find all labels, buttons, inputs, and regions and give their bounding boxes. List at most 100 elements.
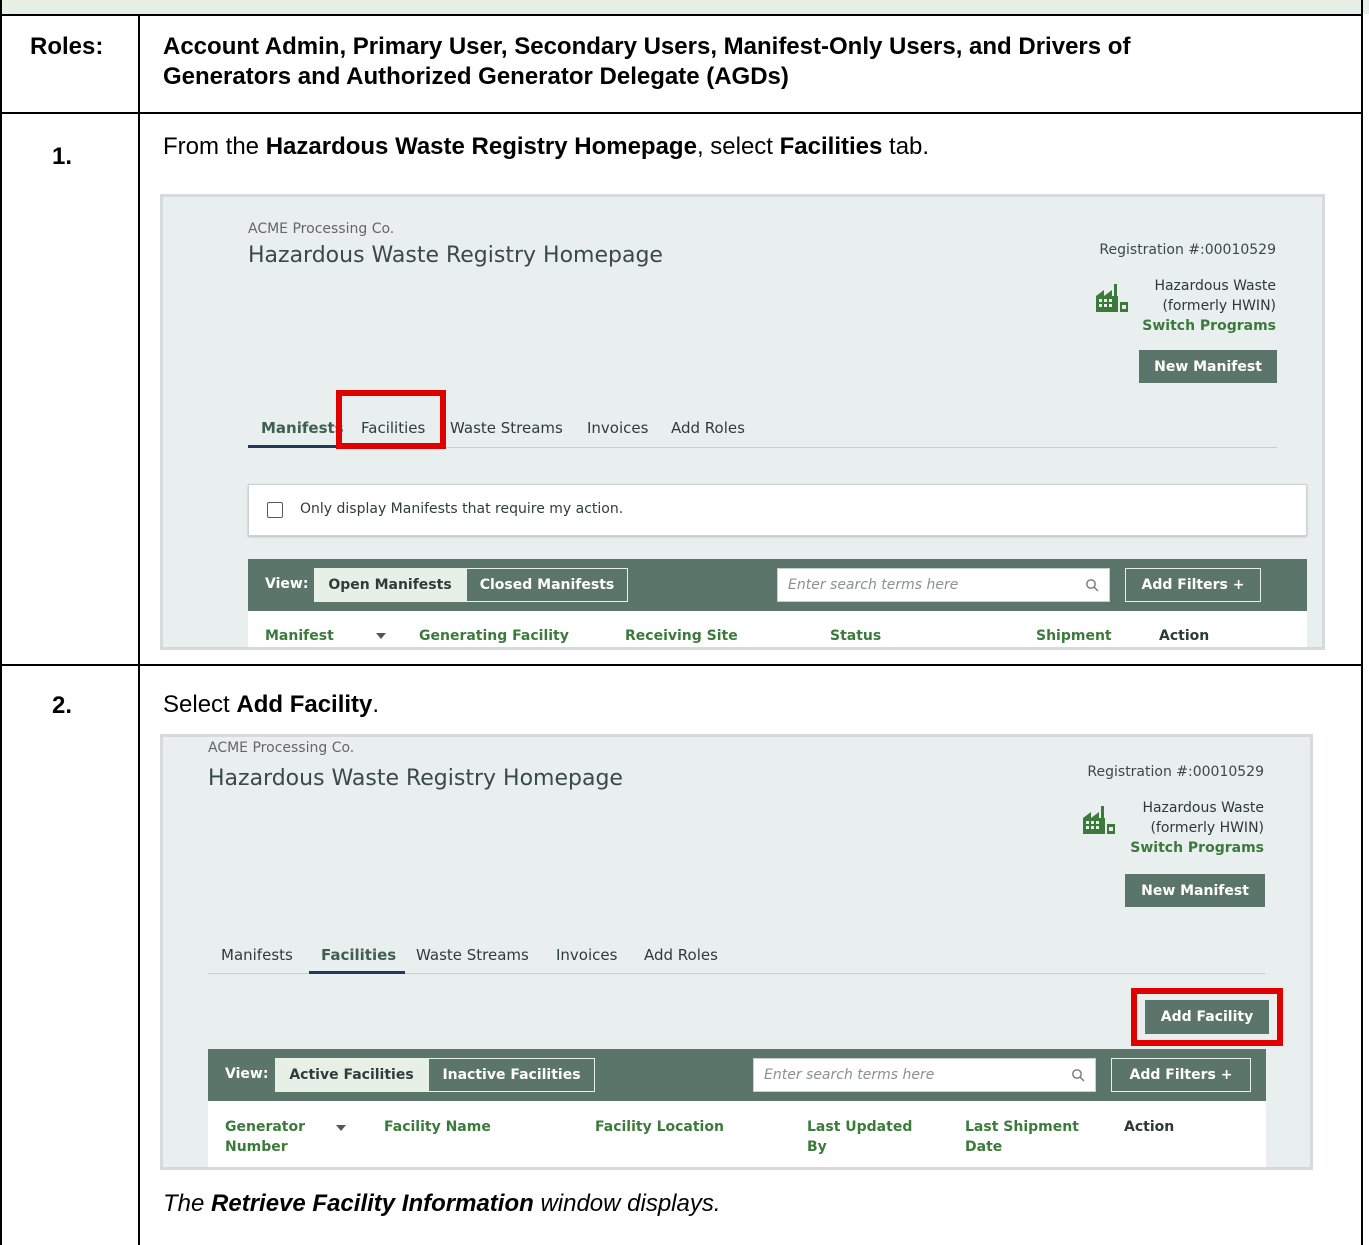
program-name: Hazardous Waste (formerly HWIN) Switch P… bbox=[1142, 276, 1276, 336]
search-placeholder: Enter search terms here bbox=[788, 577, 959, 593]
header-band bbox=[0, 0, 1369, 14]
col-last-shipment-date[interactable]: Last Shipment Date bbox=[965, 1117, 1079, 1157]
tab-manifests[interactable]: Manifests bbox=[221, 946, 293, 964]
tab-facilities[interactable]: Facilities bbox=[321, 946, 396, 964]
caret-down-icon[interactable] bbox=[336, 1125, 346, 1131]
action-filter-box: Only display Manifests that require my a… bbox=[248, 484, 1307, 536]
col-facility-name[interactable]: Facility Name bbox=[384, 1117, 491, 1137]
col-shipment[interactable]: Shipment bbox=[1036, 626, 1112, 646]
new-manifest-button[interactable]: New Manifest bbox=[1139, 350, 1277, 383]
tab-invoices[interactable]: Invoices bbox=[556, 946, 617, 964]
col-status[interactable]: Status bbox=[830, 626, 881, 646]
company-name: ACME Processing Co. bbox=[208, 740, 355, 756]
view-label: View: bbox=[225, 1066, 269, 1082]
view-toolbar: View: Active Facilities Inactive Facilit… bbox=[208, 1049, 1266, 1101]
table-col-divider bbox=[138, 14, 140, 1245]
factory-icon bbox=[1083, 806, 1115, 834]
result-text: The Retrieve Facility Information window… bbox=[163, 1190, 721, 1218]
step-2-number: 2. bbox=[52, 692, 73, 719]
result-text-a: The bbox=[163, 1190, 212, 1217]
active-facilities-toggle[interactable]: Active Facilities bbox=[275, 1058, 428, 1092]
page-title: Hazardous Waste Registry Homepage bbox=[208, 766, 623, 791]
roles-label: Roles: bbox=[30, 33, 104, 60]
program-line-1: Hazardous Waste bbox=[1142, 800, 1264, 816]
table-border-left bbox=[0, 0, 2, 1245]
step-2-text-a: Select bbox=[163, 691, 237, 718]
switch-programs-link[interactable]: Switch Programs bbox=[1130, 838, 1264, 858]
program-line-2: (formerly HWIN) bbox=[1150, 820, 1264, 836]
col-generator-number[interactable]: Generator Number bbox=[225, 1117, 305, 1157]
step-1-text-d: Facilities bbox=[779, 133, 883, 160]
caret-down-icon[interactable] bbox=[376, 633, 386, 639]
tab-waste-streams[interactable]: Waste Streams bbox=[416, 946, 529, 964]
add-facility-button[interactable]: Add Facility bbox=[1145, 1000, 1269, 1034]
table-row-divider bbox=[0, 14, 1363, 16]
tab-waste-streams[interactable]: Waste Streams bbox=[450, 419, 563, 437]
active-tab-underline bbox=[309, 971, 405, 974]
step-1-text-a: From the bbox=[163, 133, 266, 160]
view-label: View: bbox=[265, 576, 309, 592]
view-toolbar: View: Open Manifests Closed Manifests En… bbox=[248, 559, 1307, 611]
search-field[interactable]: Enter search terms here bbox=[753, 1058, 1096, 1092]
program-line-2: (formerly HWIN) bbox=[1162, 298, 1276, 314]
result-text-c: window displays. bbox=[533, 1190, 721, 1217]
col-last-updated-line2: By bbox=[807, 1139, 827, 1155]
step-1-text-b: Hazardous Waste Registry Homepage bbox=[265, 133, 697, 160]
page-title: Hazardous Waste Registry Homepage bbox=[248, 243, 663, 268]
screenshot-manifests: ACME Processing Co. Hazardous Waste Regi… bbox=[160, 194, 1325, 650]
col-last-updated-line1: Last Updated bbox=[807, 1119, 913, 1135]
tab-manifests[interactable]: Manifests bbox=[261, 419, 344, 437]
col-last-shipment-line2: Date bbox=[965, 1139, 1003, 1155]
tab-invoices[interactable]: Invoices bbox=[587, 419, 648, 437]
highlight-facilities-tab bbox=[336, 390, 446, 449]
col-facility-location[interactable]: Facility Location bbox=[595, 1117, 724, 1137]
require-action-checkbox[interactable] bbox=[267, 502, 283, 518]
checkbox-label: Only display Manifests that require my a… bbox=[300, 501, 624, 517]
switch-programs-link[interactable]: Switch Programs bbox=[1142, 316, 1276, 336]
search-icon bbox=[1086, 579, 1099, 592]
open-manifests-toggle[interactable]: Open Manifests bbox=[314, 568, 466, 602]
result-text-b: Retrieve Facility Information bbox=[211, 1190, 534, 1217]
col-last-shipment-line1: Last Shipment bbox=[965, 1119, 1079, 1135]
new-manifest-button[interactable]: New Manifest bbox=[1125, 874, 1265, 907]
col-generator-number-line1: Generator bbox=[225, 1119, 306, 1135]
tab-add-roles[interactable]: Add Roles bbox=[671, 419, 745, 437]
col-generator-number-line2: Number bbox=[225, 1139, 288, 1155]
col-generating-facility[interactable]: Generating Facility bbox=[419, 626, 569, 646]
step-1-text-e: tab. bbox=[882, 133, 930, 160]
search-icon bbox=[1072, 1069, 1085, 1082]
col-action: Action bbox=[1124, 1119, 1175, 1135]
table-row-divider bbox=[0, 664, 1363, 666]
step-1-text-c: , select bbox=[696, 133, 780, 160]
col-manifest[interactable]: Manifest bbox=[265, 626, 334, 646]
tab-add-roles[interactable]: Add Roles bbox=[644, 946, 718, 964]
step-2-instruction: Select Add Facility. bbox=[163, 691, 379, 719]
add-filters-button[interactable]: Add Filters + bbox=[1125, 568, 1261, 602]
search-placeholder: Enter search terms here bbox=[764, 1067, 935, 1083]
step-2-text-c: . bbox=[372, 691, 380, 718]
table-header: Generator Number Facility Name Facility … bbox=[208, 1101, 1266, 1167]
step-1-instruction: From the Hazardous Waste Registry Homepa… bbox=[163, 133, 929, 161]
col-receiving-site[interactable]: Receiving Site bbox=[625, 626, 738, 646]
factory-icon bbox=[1096, 284, 1128, 312]
table-border-right bbox=[1361, 0, 1363, 1245]
search-field[interactable]: Enter search terms here bbox=[777, 568, 1110, 602]
roles-line-1: Account Admin, Primary User, Secondary U… bbox=[163, 33, 1131, 60]
col-action: Action bbox=[1159, 628, 1210, 644]
closed-manifests-toggle[interactable]: Closed Manifests bbox=[466, 568, 628, 602]
step-1-number: 1. bbox=[52, 143, 73, 170]
table-row-divider bbox=[0, 112, 1363, 114]
table-header: Manifest Generating Facility Receiving S… bbox=[248, 611, 1307, 647]
add-filters-button[interactable]: Add Filters + bbox=[1111, 1058, 1251, 1092]
company-name: ACME Processing Co. bbox=[248, 221, 395, 237]
program-name: Hazardous Waste (formerly HWIN) Switch P… bbox=[1130, 798, 1264, 858]
program-line-1: Hazardous Waste bbox=[1154, 278, 1276, 294]
roles-line-2: Generators and Authorized Generator Dele… bbox=[163, 63, 789, 90]
screenshot-facilities: ACME Processing Co. Hazardous Waste Regi… bbox=[160, 734, 1313, 1170]
registration-number: Registration #:00010529 bbox=[1087, 764, 1264, 780]
active-tab-underline bbox=[248, 445, 338, 448]
step-2-text-b: Add Facility bbox=[236, 691, 373, 718]
col-last-updated-by[interactable]: Last Updated By bbox=[807, 1117, 912, 1157]
inactive-facilities-toggle[interactable]: Inactive Facilities bbox=[428, 1058, 595, 1092]
registration-number: Registration #:00010529 bbox=[1099, 242, 1276, 258]
